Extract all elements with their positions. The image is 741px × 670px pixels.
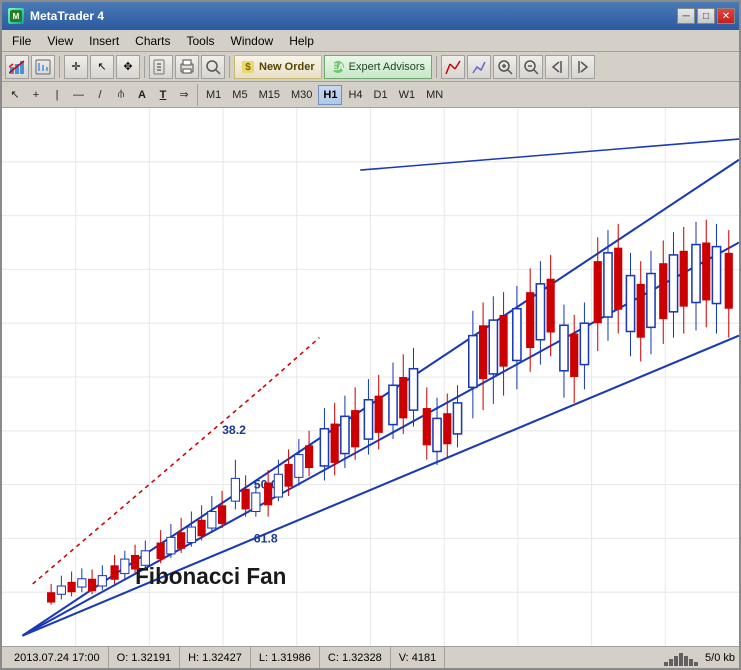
main-window: M MetaTrader 4 ─ □ ✕ File View Insert Ch…: [0, 0, 741, 670]
tb-zoom-in-chart[interactable]: [493, 55, 517, 79]
vol-bar-6: [689, 659, 693, 666]
menu-file[interactable]: File: [4, 32, 39, 50]
tb-indicators[interactable]: [441, 55, 465, 79]
svg-text:61.8: 61.8: [254, 531, 278, 545]
svg-text:38.2: 38.2: [222, 423, 246, 437]
status-volume: V: 4181: [391, 647, 446, 668]
tool-label[interactable]: T: [153, 85, 173, 105]
tb-btn-2[interactable]: [31, 55, 55, 79]
tool-hline[interactable]: —: [68, 85, 89, 105]
vol-bar-4: [679, 653, 683, 666]
vol-bar-5: [684, 656, 688, 666]
status-spread: 5/0 kb: [701, 652, 735, 664]
menu-charts[interactable]: Charts: [127, 32, 178, 50]
menu-insert[interactable]: Insert: [81, 32, 127, 50]
tb-zoom-out-chart[interactable]: [519, 55, 543, 79]
svg-text:M: M: [13, 12, 20, 21]
status-open: O: 1.32191: [109, 647, 180, 668]
status-close: C: 1.32328: [320, 647, 391, 668]
tf-mn[interactable]: MN: [421, 85, 448, 105]
expert-advisors-button[interactable]: EA Expert Advisors: [324, 55, 432, 79]
menu-help[interactable]: Help: [281, 32, 322, 50]
tf-m5[interactable]: M5: [227, 85, 252, 105]
toolbar-drawing: ↖ + | — / ⫛ A T ⇒ M1 M5 M15 M30 H1 H4 D1…: [2, 82, 739, 108]
vol-bar-7: [694, 662, 698, 666]
tool-cross[interactable]: +: [26, 85, 46, 105]
tb-zoom-in[interactable]: [149, 55, 173, 79]
minimize-button[interactable]: ─: [677, 8, 695, 24]
status-high: H: 1.32427: [180, 647, 251, 668]
svg-text:Fibonacci Fan: Fibonacci Fan: [135, 564, 286, 589]
new-order-button[interactable]: $ New Order: [234, 55, 322, 79]
tool-trendline[interactable]: /: [90, 85, 110, 105]
menu-bar: File View Insert Charts Tools Window Hel…: [2, 30, 739, 52]
tf-h1[interactable]: H1: [318, 85, 342, 105]
tb-zoom[interactable]: [201, 55, 225, 79]
tool-arrow[interactable]: ↖: [5, 85, 25, 105]
window-title: MetaTrader 4: [30, 9, 104, 23]
maximize-button[interactable]: □: [697, 8, 715, 24]
vol-bar-2: [669, 659, 673, 666]
tb-chart-right[interactable]: [571, 55, 595, 79]
status-low: L: 1.31986: [251, 647, 320, 668]
tf-m15[interactable]: M15: [254, 85, 285, 105]
vol-bar-3: [674, 656, 678, 666]
tf-m1[interactable]: M1: [201, 85, 226, 105]
close-button[interactable]: ✕: [717, 8, 735, 24]
tb-chart-left[interactable]: [545, 55, 569, 79]
tool-vline[interactable]: |: [47, 85, 67, 105]
tf-w1[interactable]: W1: [394, 85, 421, 105]
toolbar-main: ✛ ↖ ✥ $ New Order EA Expert Advisors: [2, 52, 739, 82]
menu-view[interactable]: View: [39, 32, 81, 50]
tf-m30[interactable]: M30: [286, 85, 317, 105]
chart-svg: 38.2 50.0 61.8 Fibonacci Fan: [2, 108, 739, 646]
title-bar: M MetaTrader 4 ─ □ ✕: [2, 2, 739, 30]
tf-d1[interactable]: D1: [369, 85, 393, 105]
status-datetime: 2013.07.24 17:00: [6, 647, 109, 668]
status-bar: 2013.07.24 17:00 O: 1.32191 H: 1.32427 L…: [2, 646, 739, 668]
tb-move[interactable]: ✥: [116, 55, 140, 79]
chart-area[interactable]: 38.2 50.0 61.8 Fibonacci Fan: [2, 108, 739, 646]
tool-text[interactable]: A: [132, 85, 152, 105]
menu-window[interactable]: Window: [223, 32, 282, 50]
svg-text:$: $: [245, 62, 251, 73]
app-icon: M: [8, 8, 24, 24]
window-controls: ─ □ ✕: [677, 8, 735, 24]
volume-indicator: [664, 650, 698, 666]
tb-crosshair[interactable]: ✛: [64, 55, 88, 79]
tf-h4[interactable]: H4: [343, 85, 367, 105]
title-bar-left: M MetaTrader 4: [8, 8, 104, 24]
menu-tools[interactable]: Tools: [179, 32, 223, 50]
tb-print[interactable]: [175, 55, 199, 79]
tool-channels[interactable]: ⫛: [111, 85, 131, 105]
svg-text:EA: EA: [331, 62, 344, 72]
vol-bar-1: [664, 662, 668, 666]
tb-arrow[interactable]: ↖: [90, 55, 114, 79]
tool-arrow2[interactable]: ⇒: [174, 85, 194, 105]
tb-objects[interactable]: [467, 55, 491, 79]
status-vol-bars: 5/0 kb: [664, 650, 735, 666]
tb-new-chart[interactable]: [5, 55, 29, 79]
